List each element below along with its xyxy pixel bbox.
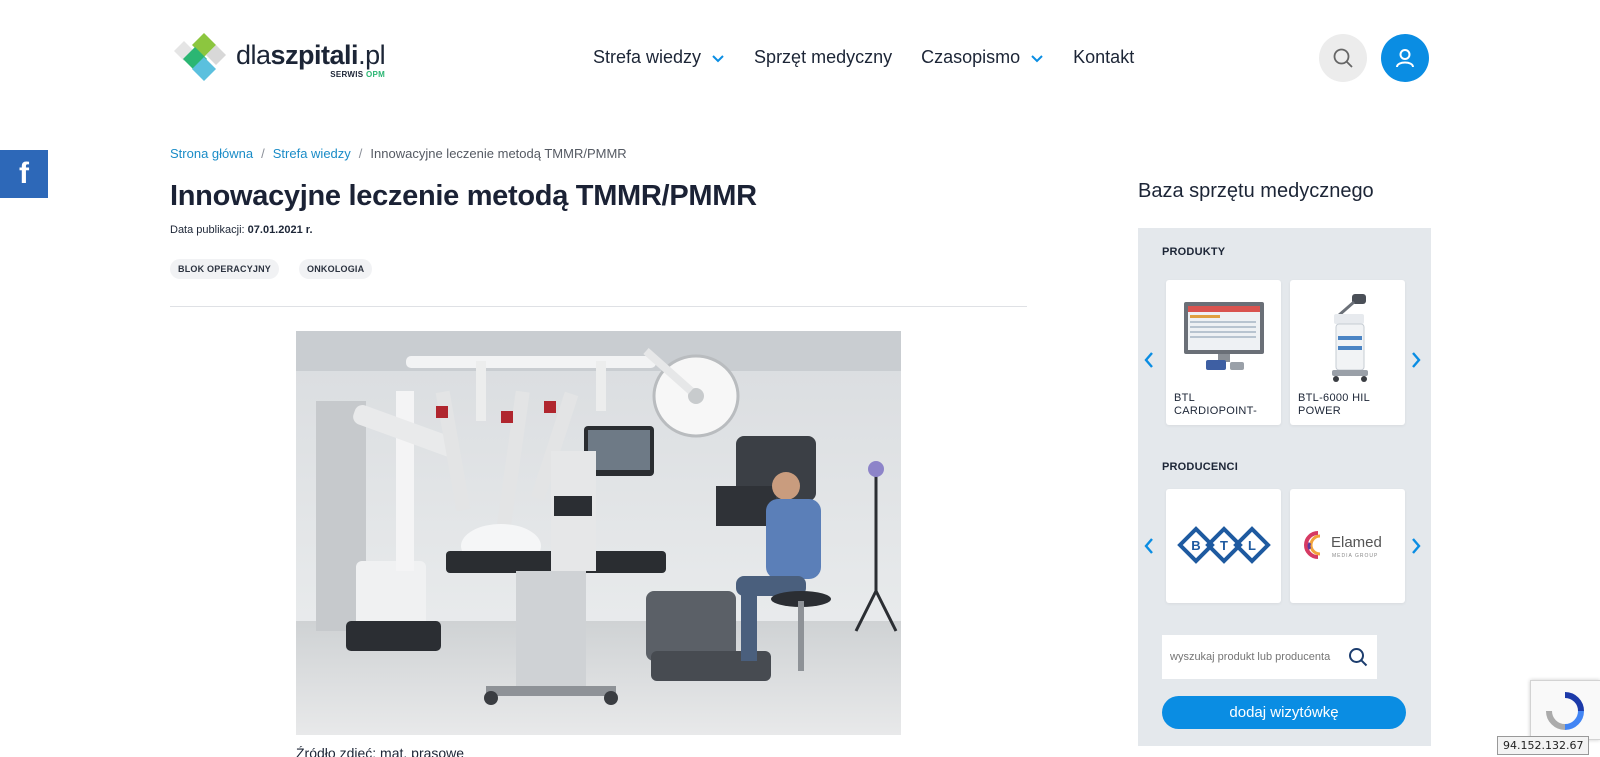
product-name: BTL-6000 HIL POWER xyxy=(1298,392,1370,417)
logo-sub-brand: OPM xyxy=(365,70,386,79)
logo-sub-prefix: SERWIS xyxy=(330,70,366,79)
chevron-down-icon xyxy=(1031,54,1043,62)
breadcrumb-section-link[interactable]: Strefa wiedzy xyxy=(273,146,351,161)
nav-item-label: Strefa wiedzy xyxy=(593,47,702,67)
chevron-right-icon[interactable] xyxy=(1410,537,1422,555)
product-card[interactable]: BTL CARDIOPOINT- xyxy=(1166,280,1281,425)
chevron-left-icon[interactable] xyxy=(1143,537,1155,555)
breadcrumb-separator: / xyxy=(261,146,265,161)
publication-date-value: 07.01.2021 r. xyxy=(247,224,313,236)
publication-date: Data publikacji: 07.01.2021 r. xyxy=(170,224,313,236)
nav-item-sprzet-medyczny[interactable]: Sprzęt medyczny xyxy=(754,47,892,68)
breadcrumb: Strona główna / Strefa wiedzy / Innowacy… xyxy=(170,146,627,161)
btl-logo: B T L xyxy=(1177,526,1271,564)
article-image xyxy=(296,331,901,735)
breadcrumb-home-link[interactable]: Strona główna xyxy=(170,146,253,161)
product-card[interactable]: BTL-6000 HIL POWER xyxy=(1290,280,1405,425)
nav-item-strefa-wiedzy[interactable]: Strefa wiedzy xyxy=(593,47,725,68)
logo-text: dlaszpitali.pl SERWIS OPM xyxy=(236,40,386,79)
nav-item-label: Kontakt xyxy=(1073,47,1135,67)
elamed-logo: Elamed MEDIA GROUP xyxy=(1304,531,1382,559)
elamed-logo-name: Elamed xyxy=(1331,534,1382,551)
header-search-button[interactable] xyxy=(1319,34,1367,82)
cardiopoint-device-image xyxy=(1184,302,1264,370)
logo-word-light: dla xyxy=(236,40,271,70)
chevron-down-icon xyxy=(712,54,724,62)
page-title: Innowacyjne leczenie metodą TMMR/PMMR xyxy=(170,180,757,212)
search-icon xyxy=(1333,48,1353,68)
page: dlaszpitali.pl SERWIS OPM Strefa wiedzy … xyxy=(0,0,1600,757)
tag-list: BLOK OPERACYJNY ONKOLOGIA xyxy=(170,259,373,279)
breadcrumb-current: Innowacyjne leczenie metodą TMMR/PMMR xyxy=(370,146,627,161)
publication-date-label: Data publikacji: xyxy=(170,224,248,236)
tag-onkologia[interactable]: ONKOLOGIA xyxy=(299,259,373,279)
logo-mark-icon xyxy=(174,33,226,81)
product-name: BTL CARDIOPOINT- xyxy=(1174,392,1258,417)
sidebar-title: Baza sprzętu medycznego xyxy=(1138,180,1374,202)
facebook-share-button[interactable]: f xyxy=(0,150,48,198)
recaptcha-badge[interactable] xyxy=(1530,680,1600,740)
main-nav: Strefa wiedzy Sprzęt medyczny Czasopismo… xyxy=(593,47,1163,68)
logo-word-bold: szpitali xyxy=(270,40,359,70)
equipment-search-field xyxy=(1162,635,1377,679)
chevron-right-icon[interactable] xyxy=(1410,351,1422,369)
divider xyxy=(170,306,1027,307)
btl-logo-letter: T xyxy=(1220,538,1228,553)
image-caption: Źródło zdjęć: mat. prasowe xyxy=(296,745,465,757)
btl-logo-letter: B xyxy=(1191,538,1200,553)
recaptcha-icon xyxy=(1546,692,1584,730)
search-icon[interactable] xyxy=(1348,647,1368,667)
btl-logo-letter: L xyxy=(1248,538,1256,553)
producer-card-elamed[interactable]: Elamed MEDIA GROUP xyxy=(1290,489,1405,603)
nav-item-kontakt[interactable]: Kontakt xyxy=(1073,47,1134,68)
logo-word-tld: .pl xyxy=(358,40,386,70)
breadcrumb-separator: / xyxy=(358,146,363,161)
facebook-icon: f xyxy=(19,157,29,190)
equipment-search-input[interactable] xyxy=(1170,651,1340,663)
producers-label: PRODUCENCI xyxy=(1162,461,1238,473)
user-account-button[interactable] xyxy=(1381,34,1429,82)
add-business-card-button[interactable]: dodaj wizytówkę xyxy=(1162,696,1406,729)
ip-address-label: 94.152.132.67 xyxy=(1497,736,1590,755)
producer-card-btl[interactable]: B T L xyxy=(1166,489,1281,603)
products-label: PRODUKTY xyxy=(1162,246,1226,258)
elamed-logo-sub: MEDIA GROUP xyxy=(1332,553,1378,559)
nav-item-label: Czasopismo xyxy=(921,47,1021,67)
nav-item-czasopismo[interactable]: Czasopismo xyxy=(921,47,1044,68)
surgical-robot-illustration xyxy=(296,331,901,735)
chevron-left-icon[interactable] xyxy=(1143,351,1155,369)
site-logo[interactable]: dlaszpitali.pl SERWIS OPM xyxy=(170,31,386,87)
tag-blok-operacyjny[interactable]: BLOK OPERACYJNY xyxy=(170,259,280,279)
nav-item-label: Sprzęt medyczny xyxy=(754,47,893,67)
btl-6000-device-image xyxy=(1332,294,1368,382)
user-icon xyxy=(1396,49,1414,68)
